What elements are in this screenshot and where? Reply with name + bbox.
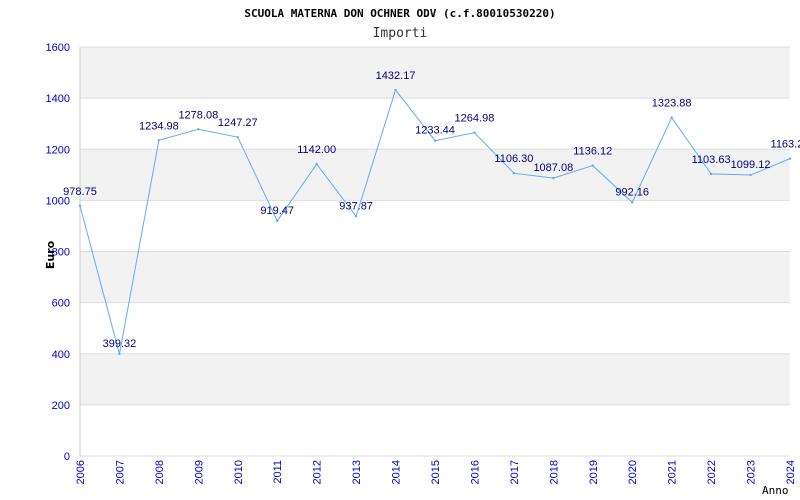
data-label: 1103.63 bbox=[692, 154, 731, 166]
data-point bbox=[315, 162, 318, 166]
y-tick-label: 1200 bbox=[46, 144, 70, 156]
data-point bbox=[749, 173, 752, 177]
data-point bbox=[552, 176, 555, 180]
data-label: 1233.44 bbox=[415, 125, 455, 137]
data-point bbox=[512, 172, 516, 175]
x-axis-title: Anno bbox=[762, 484, 789, 497]
line-chart: SCUOLA MATERNA DON OCHNER ODV (c.f.80010… bbox=[44, 7, 800, 497]
plot-band bbox=[80, 404, 790, 456]
x-tick-label: 2017 bbox=[509, 460, 521, 484]
data-label: 1099.12 bbox=[731, 159, 771, 171]
data-label: 1264.98 bbox=[455, 113, 495, 125]
data-label: 399.32 bbox=[103, 338, 137, 350]
plot-band bbox=[80, 251, 790, 303]
x-tick-label: 2008 bbox=[154, 460, 166, 484]
data-label: 1432.17 bbox=[376, 70, 416, 82]
x-tick-label: 2020 bbox=[627, 460, 639, 484]
x-axis-ticks: 2006 2007 2008 2009 2010 2011 2012 2013 2014 2015… bbox=[75, 460, 797, 484]
data-label: 919.47 bbox=[260, 205, 294, 217]
data-label: 978.75 bbox=[63, 186, 97, 198]
data-point bbox=[236, 135, 239, 139]
x-tick-label: 2009 bbox=[193, 460, 205, 484]
x-tick-label: 2013 bbox=[351, 460, 363, 484]
x-tick-label: 2023 bbox=[746, 460, 758, 484]
data-label: 1087.08 bbox=[533, 162, 573, 174]
x-tick-label: 2007 bbox=[114, 460, 126, 484]
plot-band bbox=[80, 200, 790, 252]
data-point bbox=[197, 128, 200, 131]
x-tick-label: 2014 bbox=[391, 460, 403, 484]
data-point bbox=[788, 157, 792, 160]
y-tick-label: 400 bbox=[52, 349, 70, 361]
x-tick-label: 2006 bbox=[75, 460, 87, 484]
data-point bbox=[709, 172, 713, 176]
chart-subtitle: Importi bbox=[373, 26, 428, 41]
x-tick-label: 2024 bbox=[785, 460, 797, 484]
y-tick-label: 0 bbox=[64, 451, 70, 463]
data-point bbox=[354, 215, 358, 218]
data-label: 992.16 bbox=[615, 186, 649, 198]
x-tick-label: 2019 bbox=[588, 460, 600, 484]
data-point bbox=[433, 139, 437, 142]
y-axis-title: Euro bbox=[44, 240, 57, 269]
data-point bbox=[473, 131, 476, 134]
data-label: 1247.27 bbox=[218, 117, 258, 129]
x-tick-label: 2015 bbox=[430, 460, 442, 484]
data-point bbox=[78, 204, 82, 208]
data-point bbox=[670, 116, 673, 119]
data-label: 1136.12 bbox=[573, 146, 612, 158]
plot-band bbox=[80, 47, 790, 99]
plot-band bbox=[80, 302, 790, 354]
y-tick-label: 1400 bbox=[46, 93, 70, 105]
data-label: 1142.00 bbox=[297, 144, 336, 156]
y-tick-label: 1600 bbox=[46, 42, 70, 54]
plot-band bbox=[80, 149, 790, 201]
x-tick-label: 2012 bbox=[312, 460, 324, 484]
y-tick-label: 600 bbox=[52, 298, 70, 310]
data-point bbox=[591, 164, 594, 167]
data-label: 1106.30 bbox=[494, 153, 533, 165]
x-tick-label: 2010 bbox=[233, 460, 245, 484]
x-tick-label: 2021 bbox=[667, 460, 679, 484]
y-tick-label: 200 bbox=[52, 400, 70, 412]
x-tick-label: 2018 bbox=[548, 460, 560, 484]
data-point bbox=[118, 352, 121, 356]
data-label: 1278.08 bbox=[178, 109, 218, 121]
x-tick-label: 2016 bbox=[469, 460, 481, 484]
plot-band bbox=[80, 353, 790, 405]
data-point bbox=[631, 201, 634, 204]
x-tick-label: 2011 bbox=[272, 460, 284, 484]
chart-title: SCUOLA MATERNA DON OCHNER ODV (c.f.80010… bbox=[244, 7, 555, 20]
x-tick-label: 2022 bbox=[706, 460, 718, 484]
data-label: 1323.88 bbox=[652, 98, 692, 110]
data-label: 1234.98 bbox=[139, 120, 179, 132]
data-label: 1163.24 bbox=[771, 139, 800, 151]
data-label: 937.87 bbox=[339, 200, 373, 212]
data-point bbox=[157, 139, 161, 142]
data-point bbox=[394, 88, 397, 92]
data-point bbox=[276, 219, 279, 223]
